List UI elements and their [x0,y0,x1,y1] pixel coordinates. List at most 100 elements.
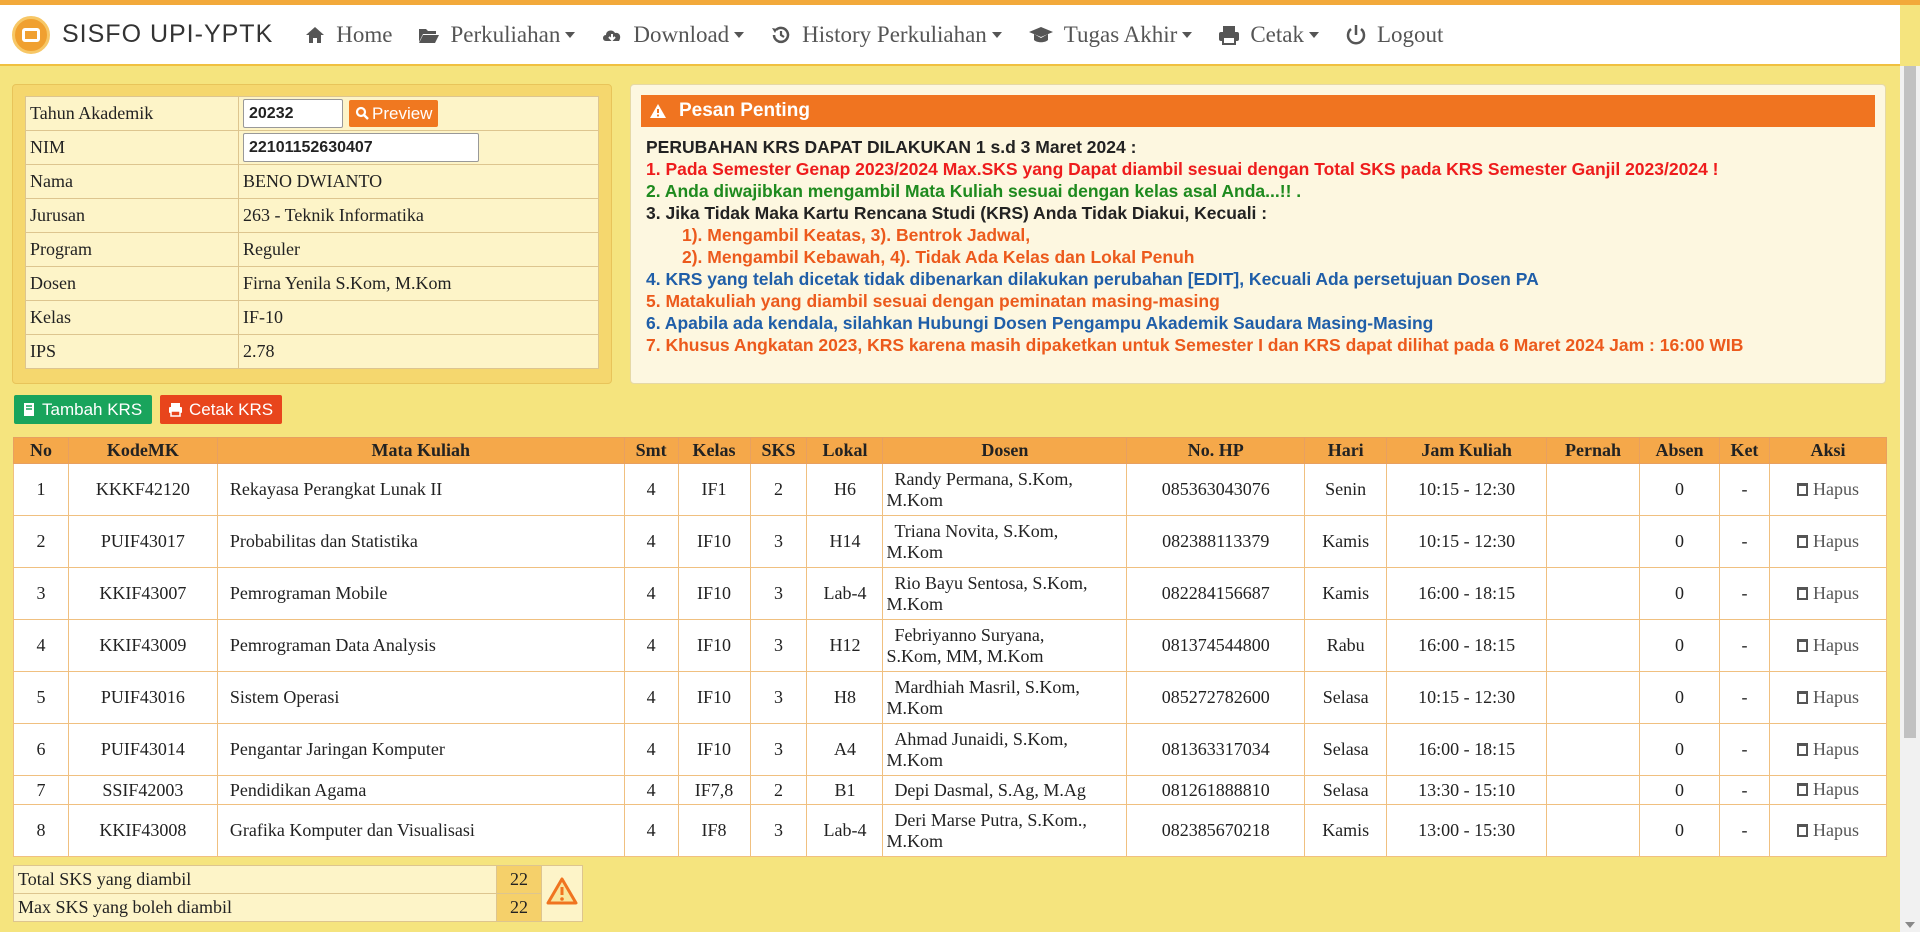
hapus-button[interactable]: Hapus [1796,739,1859,760]
nim-cell: 22101152630407 [238,130,599,165]
scroll-down-arrow-icon[interactable] [1905,922,1915,928]
col-header-pernah: Pernah [1546,437,1640,464]
history-icon [772,26,790,43]
search-icon [355,106,369,120]
cell-hari: Selasa [1304,723,1388,776]
nim-input[interactable]: 22101152630407 [243,133,479,162]
cell-pernah [1546,619,1640,672]
cell-sks: 3 [749,567,808,620]
table-row: 3 KKIF43007 Pemrograman Mobile 4 IF10 3 Lab-4 R… [13,567,1888,620]
nav-download[interactable]: Download [601,22,745,48]
hapus-button[interactable]: Hapus [1796,583,1859,604]
cell-absen: 0 [1639,723,1720,776]
hapus-label: Hapus [1812,634,1859,655]
hapus-button[interactable]: Hapus [1796,479,1859,500]
cell-hari: Selasa [1304,671,1388,724]
cell-kelas: IF8 [677,804,751,857]
cell-absen: 0 [1639,463,1720,516]
chevron-down-icon [1182,31,1193,38]
cell-mk: Sistem Operasi [216,671,625,724]
cell-dosen-line1: Randy Permana, S.Kom, [894,468,1073,489]
power-icon [1346,24,1366,44]
hapus-label: Hapus [1812,686,1859,707]
cell-dosen: Mardhiah Masril, S.Kom, M.Kom [882,671,1128,724]
cell-kelas: IF10 [677,723,751,776]
preview-button[interactable]: Preview [349,100,439,127]
jurusan-label: Jurusan [25,198,239,233]
program-value: Reguler [238,232,599,267]
logo-icon [12,15,50,54]
program-label: Program [25,232,239,267]
cell-kode: SSIF42003 [67,775,218,805]
notice-line-6: 6. Apabila ada kendala, silahkan Hubungi… [646,313,1434,333]
hapus-button[interactable]: Hapus [1796,531,1859,552]
cell-hari: Kamis [1304,804,1388,857]
col-header-no: No [13,437,69,464]
nav-logout[interactable]: Logout [1345,22,1443,48]
total-sks-value: 22 [496,865,542,894]
nav-history-label: History Perkuliahan [802,21,987,47]
table-row: 2 PUIF43017 Probabilitas dan Statistika 4 IF… [13,515,1888,568]
notice-line-4: 4. KRS yang telah dicetak tidak dibenark… [646,269,1539,289]
nav-cetak[interactable]: Cetak [1218,22,1319,48]
cell-hari: Senin [1304,463,1388,516]
cell-smt: 4 [623,567,679,620]
tambah-krs-button[interactable]: Tambah KRS [14,395,152,424]
trash-icon [1796,586,1808,600]
cell-dosen: Febriyanno Suryana, S.Kom, MM, M.Kom [882,619,1128,672]
cell-jam: 13:30 - 15:10 [1386,775,1548,805]
total-sks-label: Total SKS yang diambil [13,865,497,894]
warning-icon [650,104,666,118]
cell-lokal: H8 [806,671,884,724]
cell-no: 5 [13,671,69,724]
brand[interactable]: SISFO UPI-YPTK [12,15,273,54]
book-icon [24,403,34,416]
max-sks-value: 22 [496,893,542,922]
cell-hari: Kamis [1304,515,1388,568]
cell-hp: 082284156687 [1126,567,1306,620]
cell-lokal: H12 [806,619,884,672]
student-info-panel: Tahun Akademik 20232 Preview NIM 22101152… [12,84,612,384]
hapus-button[interactable]: Hapus [1796,634,1859,656]
notice-body: PERUBAHAN KRS DAPAT DILAKUKAN 1 s.d 3 Ma… [641,127,1875,356]
cell-sks: 3 [749,671,808,724]
table-row: 1 KKKF42120 Rekayasa Perangkat Lunak II 4 IF… [13,463,1888,516]
hapus-button[interactable]: Hapus [1796,779,1859,800]
cell-no: 8 [13,804,69,857]
cell-sks: 2 [749,463,808,516]
nav-perkuliahan[interactable]: Perkuliahan [418,22,576,48]
tahun-akademik-input[interactable]: 20232 [243,99,343,128]
notice-header: Pesan Penting [641,95,1875,127]
print-icon [1219,25,1240,45]
warning-icon [546,877,578,905]
trash-icon [1796,690,1808,704]
cell-lokal: B1 [806,775,884,805]
ips-value: 2.78 [238,334,599,369]
cell-mk: Probabilitas dan Statistika [216,515,625,568]
cell-absen: 0 [1639,619,1720,672]
cell-jam: 16:00 - 18:15 [1386,723,1548,776]
cell-kelas: IF7,8 [677,775,751,805]
cetak-krs-label: Cetak KRS [189,399,274,419]
cell-lokal: Lab-4 [806,804,884,857]
cell-hari: Rabu [1304,619,1388,672]
scrollbar[interactable] [1900,66,1920,932]
cell-sks: 2 [749,775,808,805]
cell-kelas: IF10 [677,671,751,724]
hapus-button[interactable]: Hapus [1796,686,1859,708]
kelas-label: Kelas [25,300,239,335]
hapus-label: Hapus [1812,779,1859,799]
krs-table-header-row: No KodeMK Mata Kuliah Smt Kelas SKS Loka… [13,437,1888,464]
nav-tugas-akhir[interactable]: Tugas Akhir [1028,22,1193,48]
cell-hp: 082385670218 [1126,804,1306,857]
jurusan-value: 263 - Teknik Informatika [238,198,599,233]
nav-home[interactable]: Home [304,22,392,48]
cell-ket: - [1718,619,1770,672]
hapus-button[interactable]: Hapus [1796,820,1859,841]
cell-kelas: IF1 [677,463,751,516]
table-row: 5 PUIF43016 Sistem Operasi 4 IF10 3 H8 Mardhiah… [13,671,1888,724]
nav-history[interactable]: History Perkuliahan [770,22,1002,48]
scrollbar-thumb[interactable] [1904,66,1916,738]
cell-dosen: Depi Dasmal, S.Ag, M.Ag [882,775,1128,805]
cetak-krs-button[interactable]: Cetak KRS [160,395,282,424]
